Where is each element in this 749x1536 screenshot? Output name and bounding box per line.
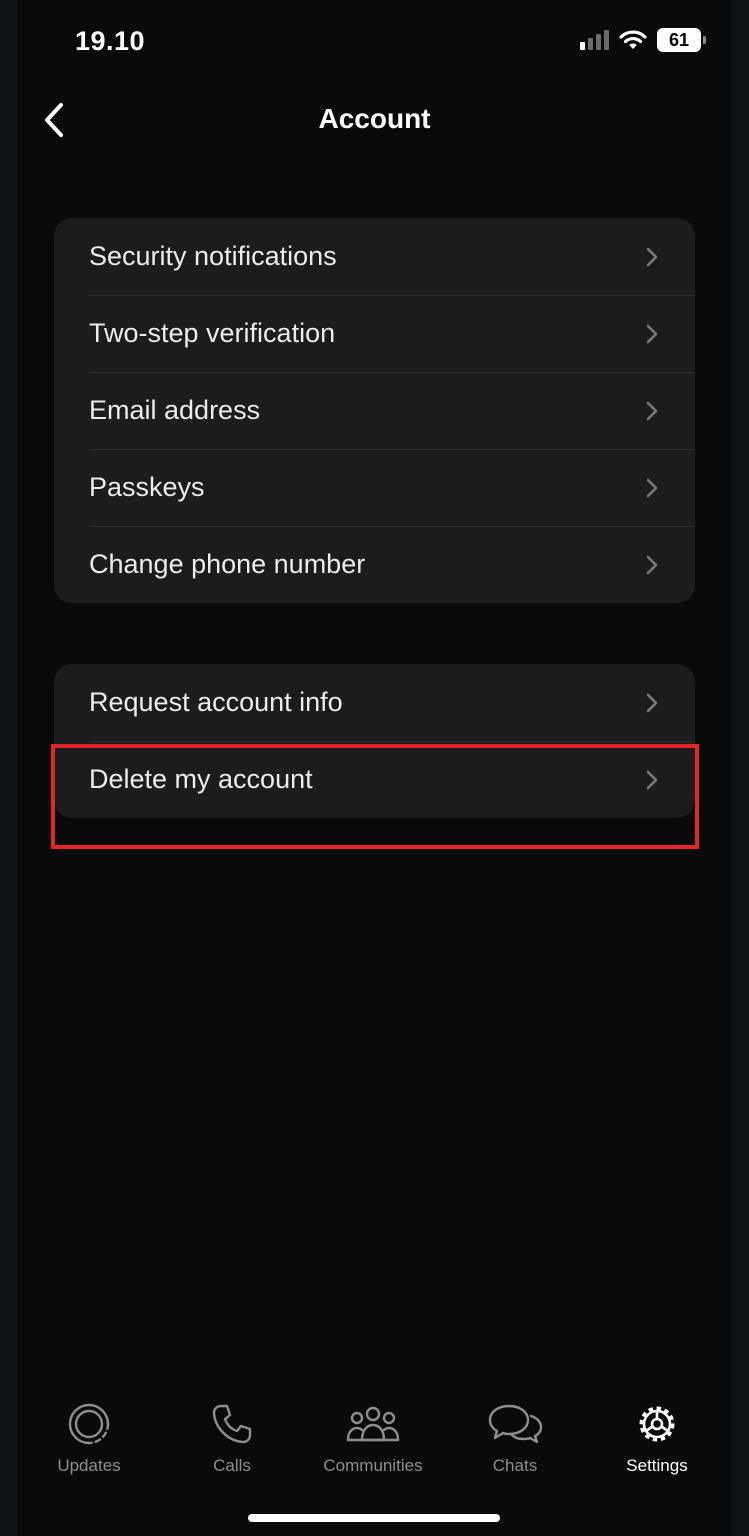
chevron-right-icon <box>646 247 658 266</box>
request-account-info-row[interactable]: Request account info <box>54 664 695 741</box>
chevron-right-icon <box>646 555 658 574</box>
status-icons: 61 <box>580 28 706 52</box>
email-address-row[interactable]: Email address <box>54 372 695 449</box>
tab-label: Chats <box>492 1456 538 1475</box>
battery-icon: 61 <box>657 28 706 52</box>
tab-label: Settings <box>626 1456 688 1475</box>
row-label: Change phone number <box>89 549 366 579</box>
tab-label: Updates <box>57 1456 121 1475</box>
passkeys-row[interactable]: Passkeys <box>54 449 695 526</box>
communities-icon <box>346 1406 400 1442</box>
row-label: Request account info <box>89 687 343 717</box>
status-time: 19.10 <box>75 26 146 56</box>
row-label: Passkeys <box>89 472 205 502</box>
tab-label: Calls <box>213 1456 251 1475</box>
account-screen: 19.10 61 Account Security notifications <box>18 0 731 1536</box>
account-settings-group: Security notifications Two-step verifica… <box>54 218 695 603</box>
change-phone-number-row[interactable]: Change phone number <box>54 526 695 603</box>
row-label: Two-step verification <box>89 318 336 348</box>
gear-icon <box>639 1406 675 1442</box>
tab-updates[interactable]: Updates <box>29 1400 149 1476</box>
tab-calls[interactable]: Calls <box>172 1400 292 1476</box>
chats-icon <box>488 1404 543 1444</box>
chevron-right-icon <box>646 401 658 420</box>
phone-icon <box>212 1404 252 1444</box>
home-indicator[interactable] <box>248 1514 500 1522</box>
highlight-box <box>51 744 699 849</box>
cellular-signal-icon <box>580 30 609 50</box>
tab-chats[interactable]: Chats <box>455 1400 575 1476</box>
security-notifications-row[interactable]: Security notifications <box>54 218 695 295</box>
battery-level: 61 <box>668 29 690 50</box>
chevron-right-icon <box>646 478 658 497</box>
two-step-verification-row[interactable]: Two-step verification <box>54 295 695 372</box>
tab-communities[interactable]: Communities <box>313 1400 433 1476</box>
row-label: Security notifications <box>89 241 337 271</box>
updates-icon <box>68 1403 110 1445</box>
tab-label: Communities <box>323 1456 423 1475</box>
chevron-right-icon <box>646 693 658 712</box>
tab-bar: Updates Calls Communities Chats Settings <box>18 1400 731 1480</box>
wifi-icon <box>619 30 647 49</box>
page-title: Account <box>318 103 431 134</box>
row-label: Email address <box>89 395 261 425</box>
tab-settings[interactable]: Settings <box>597 1400 717 1476</box>
chevron-right-icon <box>646 324 658 343</box>
